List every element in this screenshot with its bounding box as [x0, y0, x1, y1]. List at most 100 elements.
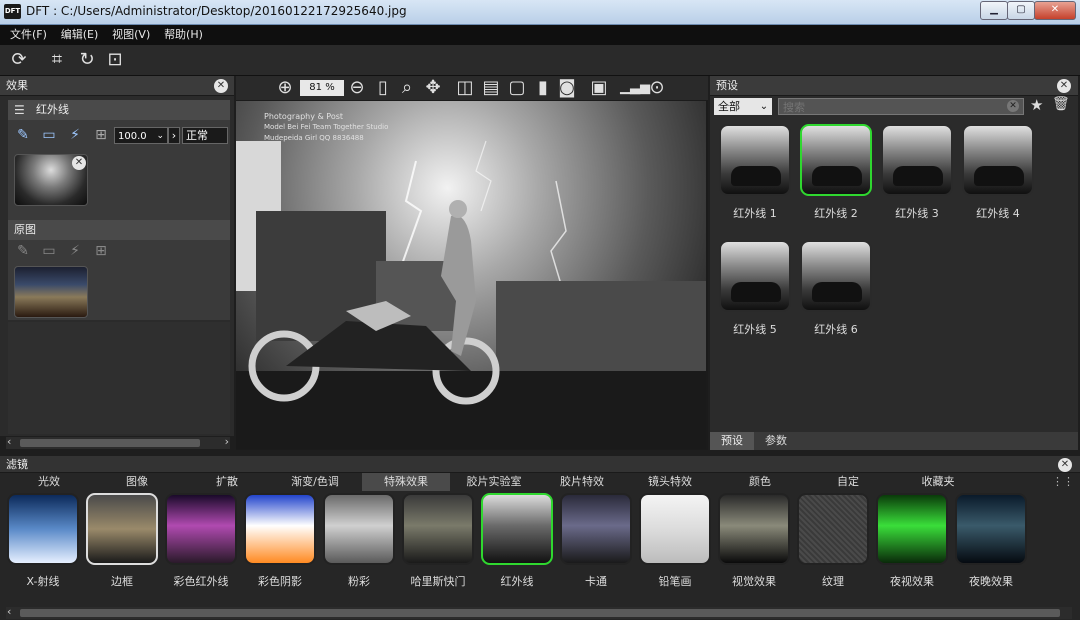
watermark: Photography & Post Model Bei Fei Team To…	[264, 111, 388, 144]
preset-card[interactable]: 红外线 3	[881, 124, 953, 224]
filter-card-color-shadow[interactable]: 彩色阴影	[244, 493, 316, 593]
filter-tab-film-effects[interactable]: 胶片特效	[540, 473, 624, 491]
filter-card-pencil-sketch[interactable]: 铅笔画	[639, 493, 711, 593]
histogram-icon[interactable]: ▁▃▅	[620, 77, 650, 99]
crop-icon[interactable]: ⌗	[46, 49, 68, 71]
effects-hscrollbar[interactable]: ‹ ›	[6, 435, 230, 449]
preset-card[interactable]: 红外线 4	[962, 124, 1034, 224]
rotate-icon[interactable]: ↻	[76, 49, 98, 71]
preset-card[interactable]: 红外线 1	[719, 124, 791, 224]
filter-card-texture[interactable]: 纹理	[797, 493, 869, 593]
tab-presets[interactable]: 预设	[710, 432, 754, 450]
menu-edit[interactable]: 编辑(E)	[61, 25, 99, 45]
filter-card-night-effect[interactable]: 夜晚效果	[955, 493, 1027, 593]
monitor-icon[interactable]: ▭	[40, 126, 58, 144]
opacity-stepper-icon[interactable]: ⌄	[156, 128, 164, 145]
clear-search-icon[interactable]: ✕	[1007, 100, 1019, 112]
favorite-star-icon[interactable]: ★	[1030, 96, 1043, 114]
filter-card-pastel[interactable]: 粉彩	[323, 493, 395, 593]
filter-card-night-vision[interactable]: 夜视效果	[876, 493, 948, 593]
pan-icon[interactable]: ✥	[422, 77, 444, 99]
filter-label: 粉彩	[348, 575, 370, 588]
close-filters-panel-icon[interactable]: ✕	[1058, 458, 1072, 472]
filter-card-harris-shutter[interactable]: 哈里斯快门	[402, 493, 474, 593]
filter-tab-image[interactable]: 图像	[96, 473, 178, 491]
fit-height-icon[interactable]: ▯	[372, 77, 394, 99]
split-vertical-icon[interactable]: ◫	[454, 77, 476, 99]
filter-card-border[interactable]: 边框	[86, 493, 158, 593]
menu-help[interactable]: 帮助(H)	[164, 25, 203, 45]
tab-parameters[interactable]: 参数	[754, 432, 798, 450]
filter-tab-lens-effects[interactable]: 镜头特效	[628, 473, 712, 491]
original-edit-icon: ✎	[17, 243, 29, 259]
split-horizontal-icon[interactable]: ▤	[480, 77, 502, 99]
filter-tab-special-effects[interactable]: 特殊效果	[362, 473, 450, 491]
close-button[interactable]: ✕	[1034, 1, 1076, 20]
zoom-out-icon[interactable]: ⊖	[346, 77, 368, 99]
filter-tab-diffusion[interactable]: 扩散	[186, 473, 268, 491]
zoom-in-icon[interactable]: ⊕	[274, 77, 296, 99]
opacity-arrow-icon[interactable]: ›	[168, 127, 180, 144]
refresh-icon[interactable]: ⟳	[8, 49, 30, 71]
filter-tab-favorites[interactable]: 收藏夹	[894, 473, 982, 491]
filter-tab-gradient-tone[interactable]: 渐变/色调	[274, 473, 356, 491]
effects-panel-title: 效果	[0, 76, 234, 96]
filter-card-visual-effects[interactable]: 视觉效果	[718, 493, 790, 593]
menu-file[interactable]: 文件(F)	[10, 25, 47, 45]
magnifier-icon[interactable]: ⌕	[396, 77, 418, 99]
grid-view-icon[interactable]: ⋮⋮	[1052, 475, 1074, 488]
preview-image[interactable]: Photography & Post Model Bei Fei Team To…	[236, 101, 706, 449]
main-toolbar: ⟳ ⌗ ↻ ⊡	[0, 45, 1080, 76]
filter-card-infrared-selected[interactable]: 红外线	[481, 493, 553, 593]
effects-scroll-thumb[interactable]	[20, 439, 200, 447]
edit-mask-icon[interactable]: ✎	[14, 126, 32, 144]
filter-thumbnail	[481, 493, 553, 565]
filter-card-cartoon[interactable]: 卡通	[560, 493, 632, 593]
filters-scroll-left-icon[interactable]: ‹	[7, 605, 11, 618]
minimize-button[interactable]: ▁	[980, 1, 1008, 20]
filter-card-x-ray[interactable]: X-射线	[7, 493, 79, 593]
filter-thumbnail	[86, 493, 158, 565]
effect-layer-name[interactable]: 红外线	[8, 100, 230, 120]
filter-tab-film-lab[interactable]: 胶片实验室	[452, 473, 536, 491]
scroll-right-icon[interactable]: ›	[225, 435, 229, 448]
filter-tab-light[interactable]: 光效	[8, 473, 90, 491]
close-presets-panel-icon[interactable]: ✕	[1057, 79, 1071, 93]
photo-compare-icon[interactable]: ▣	[588, 77, 610, 99]
original-thumbnail[interactable]	[14, 266, 88, 318]
filter-thumbnail	[718, 493, 790, 565]
preset-card[interactable]: 红外线 5	[719, 240, 791, 340]
filters-hscrollbar[interactable]: ‹	[6, 605, 1072, 619]
filter-card-color-infrared[interactable]: 彩色红外线	[165, 493, 237, 593]
filter-tab-custom[interactable]: 自定	[806, 473, 890, 491]
filters-scroll-thumb[interactable]	[20, 609, 1060, 617]
opacity-value: 100.0	[118, 131, 147, 142]
opacity-field[interactable]: 100.0 ⌄	[114, 127, 168, 144]
fit-screen-icon[interactable]: ⊡	[104, 49, 126, 71]
preset-thumbnail	[962, 124, 1034, 196]
category-dropdown-icon[interactable]: ⌄	[756, 98, 772, 115]
zoom-level-field[interactable]: 81 %	[300, 80, 344, 96]
preset-search-input[interactable]	[779, 99, 1005, 116]
maximize-button[interactable]: ▢	[1007, 1, 1035, 20]
filter-tab-color[interactable]: 颜色	[718, 473, 802, 491]
search-preview-icon[interactable]: ⊙	[646, 77, 668, 99]
preset-thumbnail	[719, 124, 791, 196]
single-view-icon[interactable]: ▢	[506, 77, 528, 99]
filter-label: 彩色红外线	[173, 575, 229, 588]
menu-view[interactable]: 视图(V)	[112, 25, 150, 45]
preset-card-selected[interactable]: 红外线 2	[800, 124, 872, 224]
close-effects-panel-icon[interactable]: ✕	[214, 79, 228, 93]
frame-icon[interactable]: ⊞	[92, 126, 110, 144]
lightning-icon[interactable]: ⚡	[66, 126, 84, 144]
camera-icon[interactable]: ◙	[556, 77, 578, 99]
filter-label: 夜晚效果	[969, 575, 1013, 588]
trash-icon[interactable]: 🗑	[1052, 96, 1070, 112]
remove-effect-icon[interactable]: ✕	[72, 156, 86, 170]
blend-mode-select[interactable]: 正常	[182, 127, 228, 144]
scroll-left-icon[interactable]: ‹	[7, 435, 11, 448]
menu-bar: 文件(F) 编辑(E) 视图(V) 帮助(H)	[0, 25, 1080, 45]
page-icon[interactable]: ▮	[532, 77, 554, 99]
preset-search-box[interactable]: ✕	[778, 98, 1024, 116]
preset-card[interactable]: 红外线 6	[800, 240, 872, 340]
